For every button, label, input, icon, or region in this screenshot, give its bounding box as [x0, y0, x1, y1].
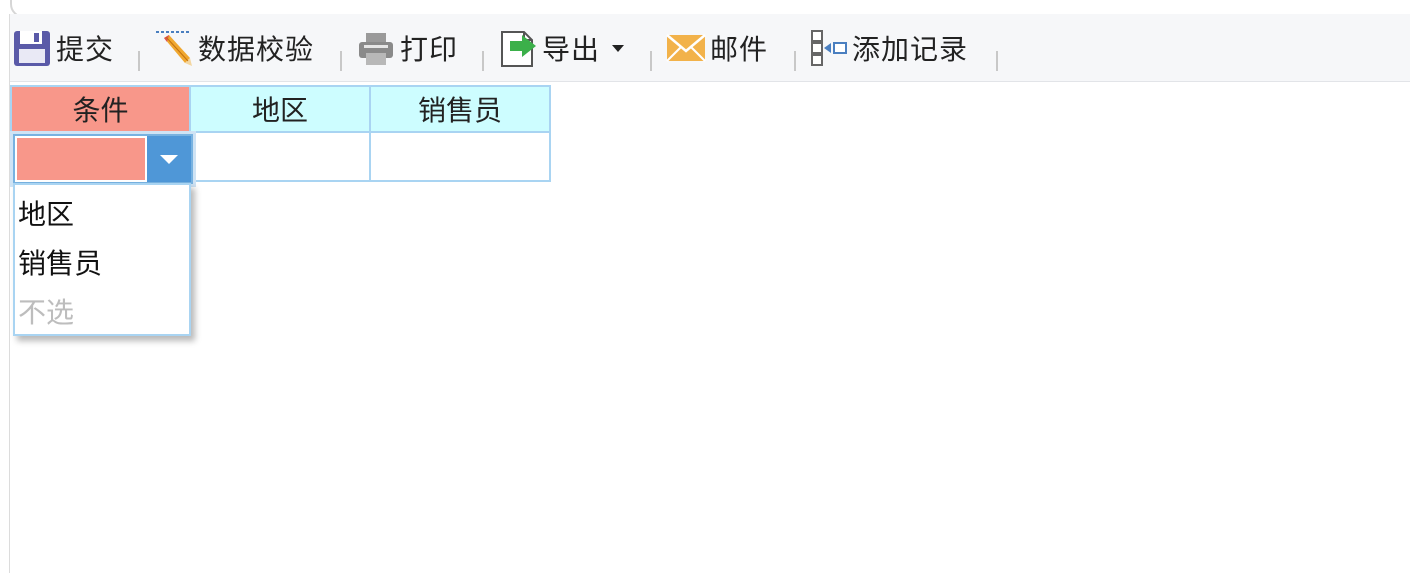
toolbar-separator [996, 51, 998, 71]
toolbar-separator [482, 51, 484, 71]
condition-select-box[interactable] [13, 134, 193, 184]
toolbar-separator [650, 51, 652, 71]
chevron-down-icon [160, 155, 178, 164]
toolbar-separator [138, 51, 140, 71]
toolbar-separator [794, 51, 796, 71]
mail-label: 邮件 [710, 33, 769, 66]
save-icon [12, 28, 52, 68]
header-condition: 条件 [10, 85, 191, 133]
condition-dropdown-list: 地区 销售员 不选 [13, 183, 191, 336]
mail-button[interactable]: 邮件 [666, 26, 768, 70]
print-label: 打印 [400, 33, 459, 66]
header-salesperson: 销售员 [369, 85, 551, 133]
cell-salesperson[interactable] [369, 131, 551, 182]
cell-region[interactable] [189, 131, 371, 182]
print-button[interactable]: 打印 [356, 26, 458, 70]
printer-icon [356, 28, 396, 68]
add-record-label: 添加记录 [852, 33, 969, 66]
toolbar: 提交 数据校验 打印 导出 邮件 添加记录 [10, 14, 1410, 82]
dropdown-option-salesperson[interactable]: 销售员 [18, 242, 102, 282]
condition-select-toggle[interactable] [147, 136, 191, 182]
condition-select-value[interactable] [17, 138, 145, 180]
chevron-down-icon [612, 44, 625, 52]
data-validate-button[interactable]: 数据校验 [154, 26, 314, 70]
data-validate-label: 数据校验 [198, 33, 315, 66]
condition-select[interactable] [10, 131, 196, 187]
add-record-button[interactable]: 添加记录 [808, 26, 968, 70]
dropdown-option-region[interactable]: 地区 [18, 193, 74, 233]
export-button[interactable]: 导出 [498, 26, 625, 70]
dropdown-option-none[interactable]: 不选 [18, 291, 74, 331]
toolbar-separator [340, 51, 342, 71]
add-record-icon [808, 28, 848, 68]
export-label: 导出 [542, 33, 601, 66]
validate-pencil-icon [154, 28, 194, 68]
export-icon [498, 28, 538, 68]
submit-button[interactable]: 提交 [12, 26, 114, 70]
header-region: 地区 [189, 85, 371, 133]
submit-label: 提交 [56, 33, 115, 66]
mail-icon [666, 28, 706, 68]
